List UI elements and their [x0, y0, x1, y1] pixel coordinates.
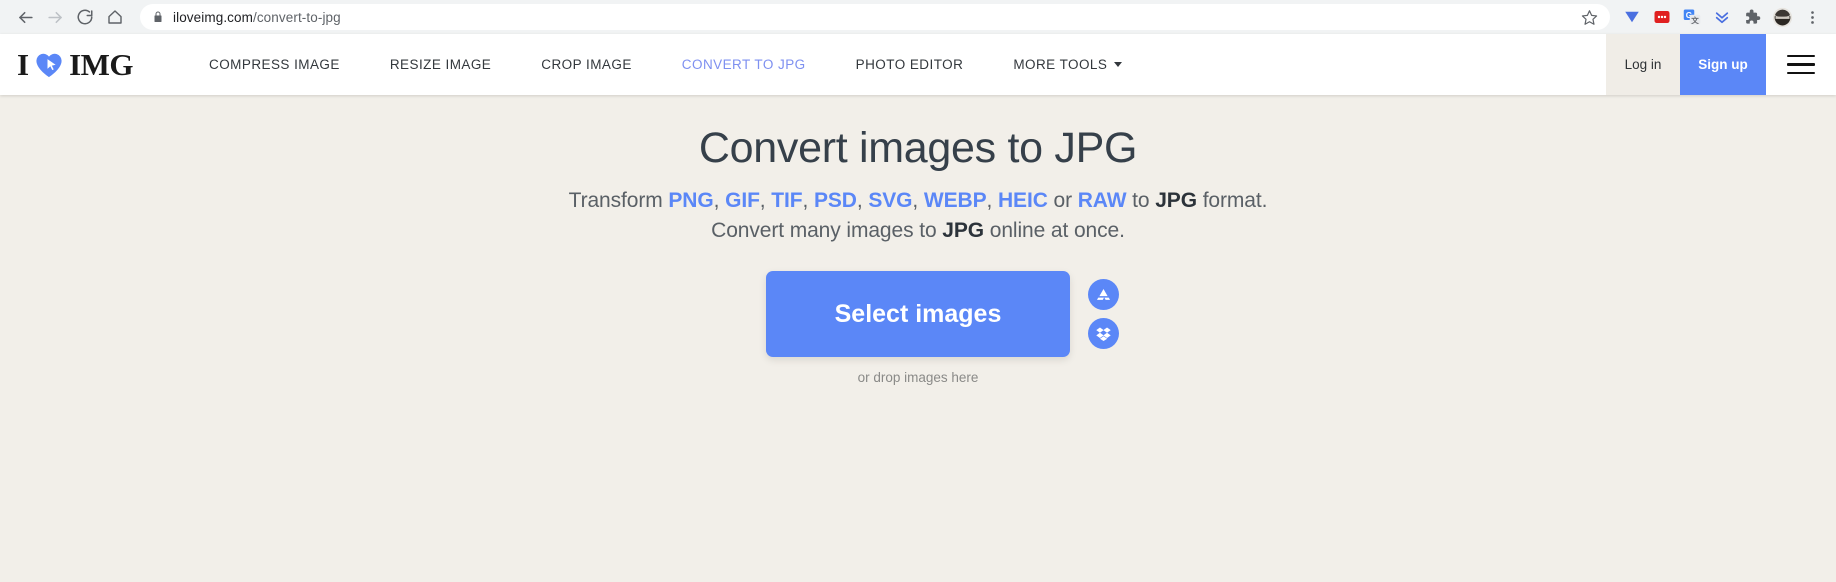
- subtitle2-suffix: online at once.: [984, 219, 1125, 242]
- hamburger-menu-icon[interactable]: [1766, 34, 1836, 95]
- url-path: /convert-to-jpg: [253, 10, 341, 25]
- nav-link-more-tools[interactable]: MORE TOOLS: [988, 34, 1147, 95]
- conjunction: or: [1048, 189, 1078, 212]
- format-heic[interactable]: HEIC: [998, 189, 1048, 212]
- site-navbar: I IMG COMPRESS IMAGE RESIZE IMAGE CROP I…: [0, 34, 1836, 95]
- home-button[interactable]: [100, 2, 130, 32]
- signup-button[interactable]: Sign up: [1680, 34, 1766, 95]
- subtitle-formats: Transform PNG, GIF, TIF, PSD, SVG, WEBP,…: [0, 189, 1836, 213]
- download-chevron-icon[interactable]: [1708, 3, 1736, 31]
- subtitle2-prefix: Convert many images to: [711, 219, 942, 242]
- cta-row: Select images: [0, 271, 1836, 357]
- primary-nav: COMPRESS IMAGE RESIZE IMAGE CROP IMAGE C…: [143, 34, 1606, 95]
- extensions-tray: G 文: [1618, 3, 1826, 31]
- site-logo[interactable]: I IMG: [0, 34, 143, 95]
- google-translate-icon[interactable]: G 文: [1678, 3, 1706, 31]
- page-title: Convert images to JPG: [0, 124, 1836, 173]
- auth-area: Log in Sign up: [1606, 34, 1836, 95]
- dropbox-icon[interactable]: [1088, 318, 1119, 349]
- puzzle-extensions-icon[interactable]: [1738, 3, 1766, 31]
- url-domain: iloveimg.com: [173, 10, 253, 25]
- cloud-import-buttons: [1070, 279, 1162, 349]
- sep-1: ,: [714, 189, 725, 212]
- heart-cursor-icon: [34, 51, 64, 79]
- sep-6: ,: [987, 189, 998, 212]
- subtitle2-jpg: JPG: [942, 219, 984, 242]
- middle-text: to: [1126, 189, 1155, 212]
- logo-text-img: IMG: [69, 49, 133, 80]
- back-button[interactable]: [10, 2, 40, 32]
- nav-link-compress-image[interactable]: COMPRESS IMAGE: [184, 34, 365, 95]
- bookmark-star-icon[interactable]: [1571, 9, 1598, 26]
- main-content: Convert images to JPG Transform PNG, GIF…: [0, 95, 1836, 385]
- lock-icon: [152, 11, 164, 23]
- format-psd[interactable]: PSD: [814, 189, 857, 212]
- browser-toolbar: iloveimg.com/convert-to-jpg G 文: [0, 0, 1836, 34]
- drop-hint-text: or drop images here: [0, 370, 1836, 385]
- nav-link-convert-to-jpg[interactable]: CONVERT TO JPG: [657, 34, 831, 95]
- select-images-button[interactable]: Select images: [766, 271, 1070, 357]
- format-gif[interactable]: GIF: [725, 189, 760, 212]
- sep-5: ,: [912, 189, 923, 212]
- nav-link-more-tools-label: MORE TOOLS: [1013, 57, 1107, 72]
- format-tif[interactable]: TIF: [771, 189, 802, 212]
- sep-3: ,: [802, 189, 813, 212]
- chrome-menu-icon[interactable]: [1798, 3, 1826, 31]
- sep-4: ,: [857, 189, 868, 212]
- nav-link-photo-editor[interactable]: PHOTO EDITOR: [831, 34, 989, 95]
- nav-link-resize-image[interactable]: RESIZE IMAGE: [365, 34, 516, 95]
- sep-2: ,: [760, 189, 771, 212]
- red-badge-extension-icon[interactable]: [1648, 3, 1676, 31]
- format-png[interactable]: PNG: [668, 189, 713, 212]
- subtitle-description: Convert many images to JPG online at onc…: [0, 219, 1836, 243]
- subtitle-prefix: Transform: [569, 189, 669, 212]
- vimeo-extension-icon[interactable]: [1618, 3, 1646, 31]
- format-svg[interactable]: SVG: [868, 189, 912, 212]
- address-bar[interactable]: iloveimg.com/convert-to-jpg: [140, 4, 1610, 30]
- subtitle-suffix: format.: [1197, 189, 1267, 212]
- format-raw[interactable]: RAW: [1078, 189, 1127, 212]
- forward-button[interactable]: [40, 2, 70, 32]
- svg-text:文: 文: [1691, 15, 1699, 25]
- logo-letter-i: I: [17, 49, 29, 80]
- target-format-jpg: JPG: [1155, 189, 1197, 212]
- format-webp[interactable]: WEBP: [924, 189, 987, 212]
- google-drive-icon[interactable]: [1088, 279, 1119, 310]
- profile-avatar-icon[interactable]: [1768, 3, 1796, 31]
- login-button[interactable]: Log in: [1606, 34, 1680, 95]
- reload-button[interactable]: [70, 2, 100, 32]
- url-text: iloveimg.com/convert-to-jpg: [173, 10, 341, 25]
- chevron-down-icon: [1114, 62, 1122, 67]
- nav-link-crop-image[interactable]: CROP IMAGE: [516, 34, 657, 95]
